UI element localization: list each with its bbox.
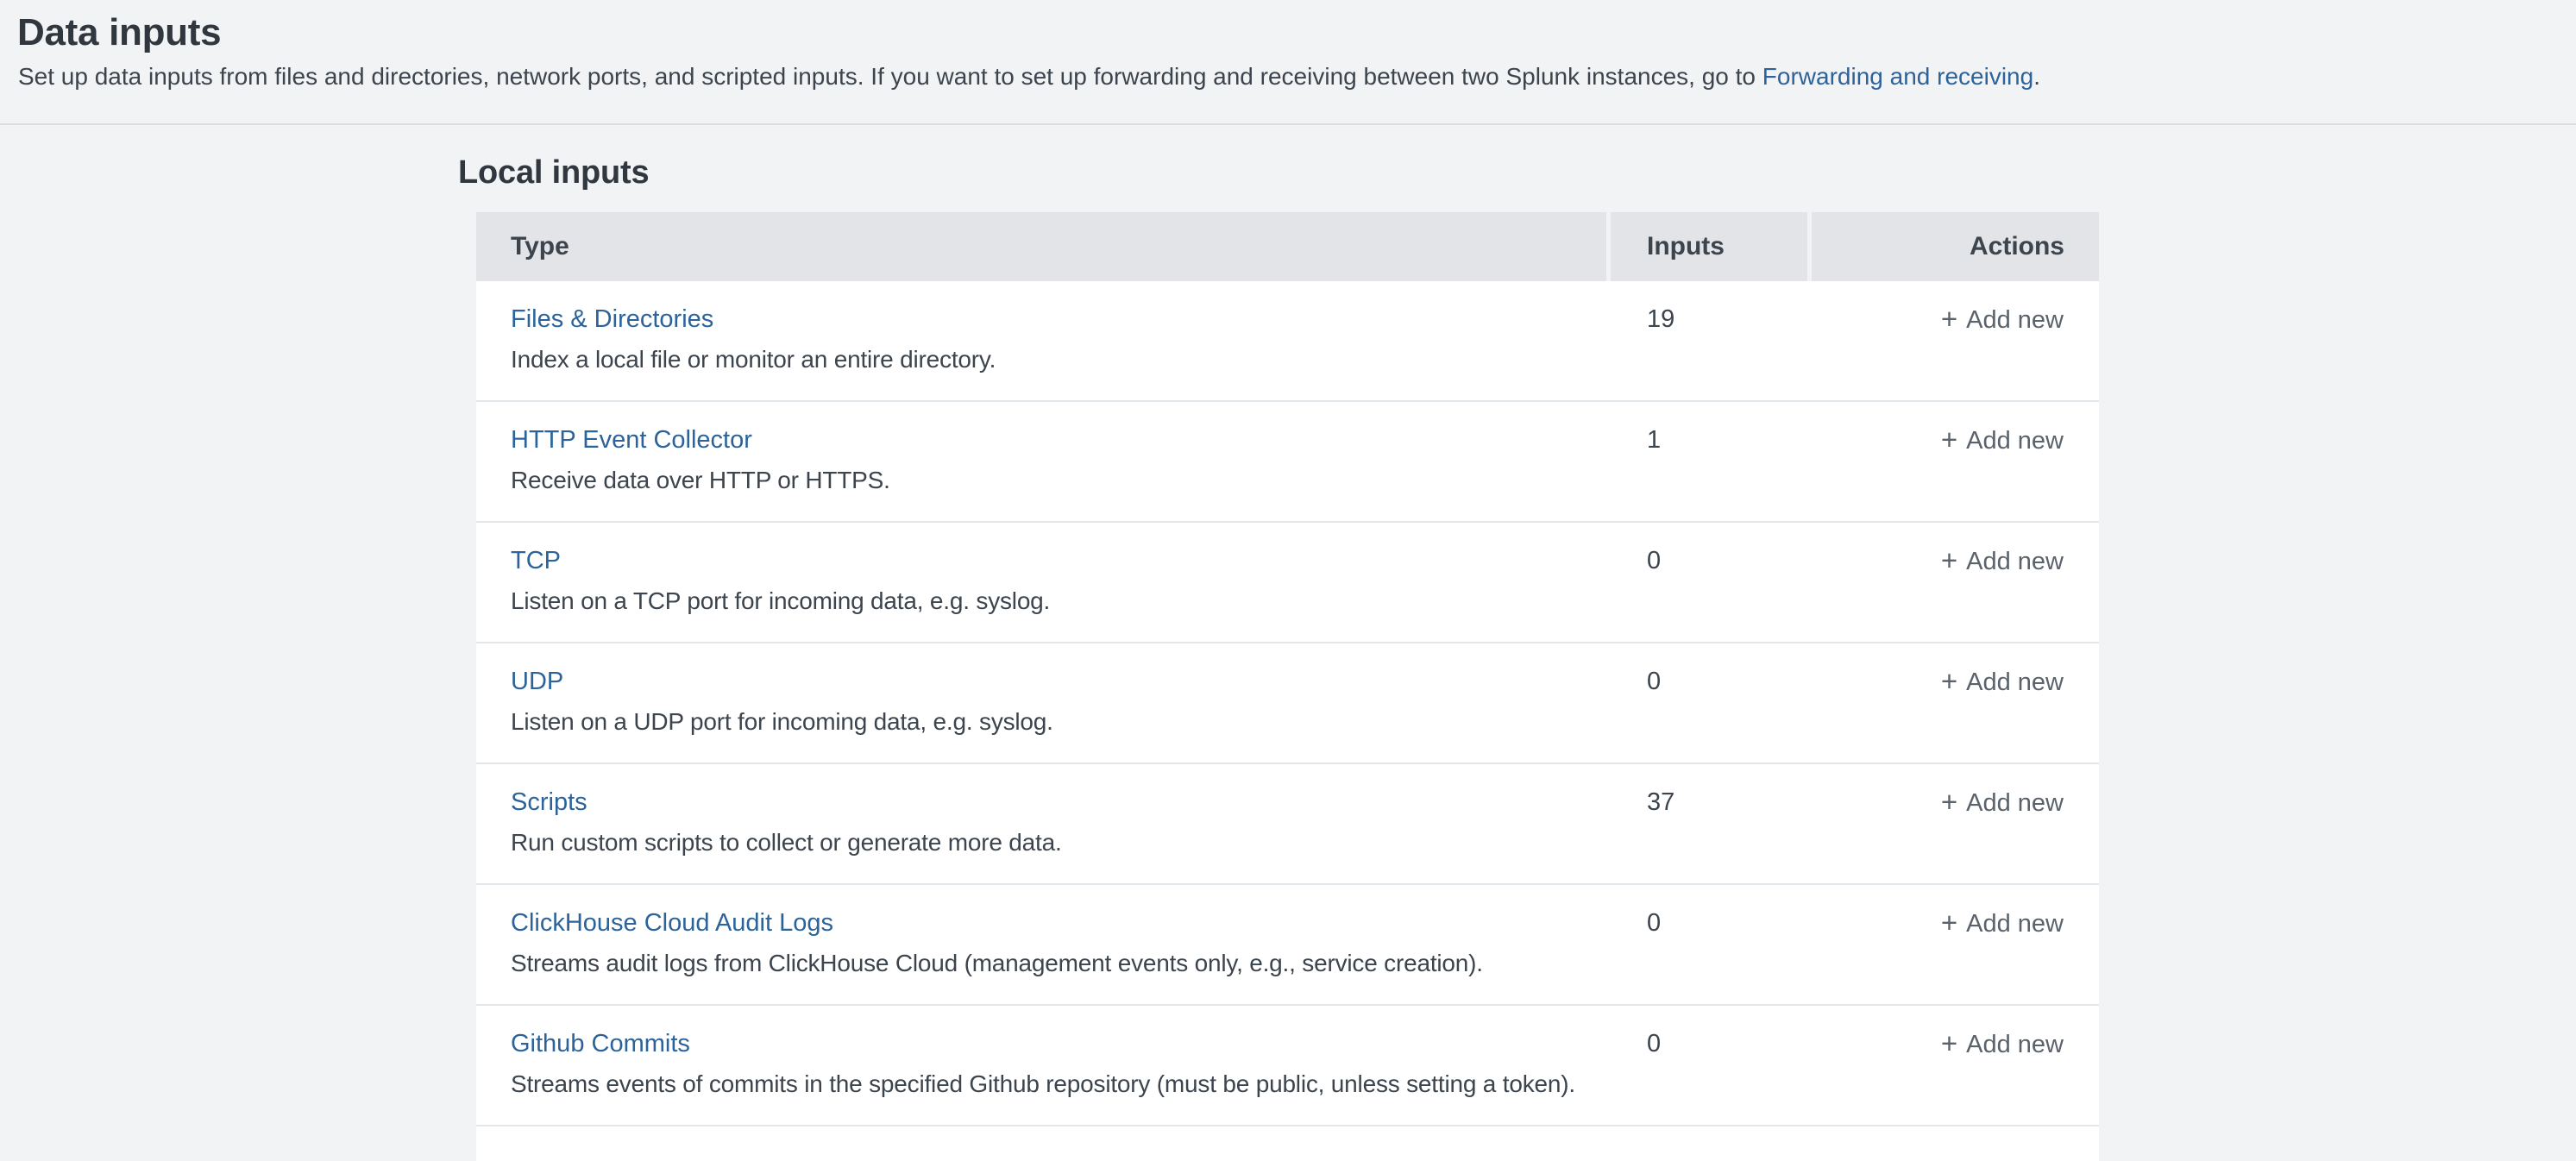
plus-icon: + xyxy=(1941,786,1957,818)
section-title-local-inputs: Local inputs xyxy=(458,154,649,191)
add-new-button[interactable]: + Add new xyxy=(1941,1027,2064,1061)
table-row-github-commits: Github Commits Streams events of commits… xyxy=(476,1006,2099,1126)
type-cell: ClickHouse Cloud Audit Logs Streams audi… xyxy=(476,885,1611,1004)
page-title: Data inputs xyxy=(17,10,221,55)
inputs-count: 37 xyxy=(1611,764,1807,883)
actions-cell: + Add new xyxy=(1807,1006,2099,1125)
forwarding-and-receiving-link[interactable]: Forwarding and receiving xyxy=(1762,63,2033,90)
actions-cell: + Add new xyxy=(1807,643,2099,762)
add-new-button[interactable]: + Add new xyxy=(1941,786,2064,819)
column-header-inputs: Inputs xyxy=(1611,212,1807,281)
type-description: Streams events of commits in the specifi… xyxy=(511,1068,1611,1101)
type-cell: Github Commits Streams events of commits… xyxy=(476,1006,1611,1125)
add-new-label: Add new xyxy=(1966,789,2064,817)
table-row-partial xyxy=(476,1126,2099,1161)
add-new-label: Add new xyxy=(1966,668,2064,696)
type-cell: Files & Directories Index a local file o… xyxy=(476,281,1611,400)
type-description: Index a local file or monitor an entire … xyxy=(511,343,1611,376)
table-row-udp: UDP Listen on a UDP port for incoming da… xyxy=(476,643,2099,764)
plus-icon: + xyxy=(1941,1027,1957,1059)
add-new-button[interactable]: + Add new xyxy=(1941,665,2064,699)
page-subtitle: Set up data inputs from files and direct… xyxy=(18,60,2040,93)
table-row-clickhouse-cloud-audit-logs: ClickHouse Cloud Audit Logs Streams audi… xyxy=(476,885,2099,1006)
table-header-row: Type Inputs Actions xyxy=(476,212,2099,281)
inputs-count: 0 xyxy=(1611,885,1807,1004)
add-new-button[interactable]: + Add new xyxy=(1941,544,2064,578)
table-row-files-directories: Files & Directories Index a local file o… xyxy=(476,281,2099,402)
actions-cell: + Add new xyxy=(1807,402,2099,521)
add-new-label: Add new xyxy=(1966,427,2064,455)
add-new-label: Add new xyxy=(1966,910,2064,938)
add-new-label: Add new xyxy=(1966,1031,2064,1058)
type-cell: UDP Listen on a UDP port for incoming da… xyxy=(476,643,1611,762)
add-new-label: Add new xyxy=(1966,548,2064,575)
inputs-count: 0 xyxy=(1611,643,1807,762)
plus-icon: + xyxy=(1941,907,1957,938)
type-cell: TCP Listen on a TCP port for incoming da… xyxy=(476,523,1611,642)
add-new-label: Add new xyxy=(1966,306,2064,334)
inputs-count: 0 xyxy=(1611,523,1807,642)
type-description: Listen on a TCP port for incoming data, … xyxy=(511,585,1611,618)
plus-icon: + xyxy=(1941,665,1957,697)
local-inputs-table: Type Inputs Actions Files & Directories … xyxy=(476,212,2099,1161)
inputs-count: 19 xyxy=(1611,281,1807,400)
clickhouse-cloud-audit-logs-link[interactable]: ClickHouse Cloud Audit Logs xyxy=(511,909,833,937)
column-header-type: Type xyxy=(476,212,1606,281)
inputs-count: 1 xyxy=(1611,402,1807,521)
actions-cell: + Add new xyxy=(1807,523,2099,642)
github-commits-link[interactable]: Github Commits xyxy=(511,1030,690,1057)
actions-cell: + Add new xyxy=(1807,885,2099,1004)
actions-cell: + Add new xyxy=(1807,281,2099,400)
table-row-http-event-collector: HTTP Event Collector Receive data over H… xyxy=(476,402,2099,523)
udp-link[interactable]: UDP xyxy=(511,668,563,695)
add-new-button[interactable]: + Add new xyxy=(1941,907,2064,940)
tcp-link[interactable]: TCP xyxy=(511,547,561,574)
add-new-button[interactable]: + Add new xyxy=(1941,424,2064,457)
type-cell: Scripts Run custom scripts to collect or… xyxy=(476,764,1611,883)
plus-icon: + xyxy=(1941,424,1957,455)
inputs-count: 0 xyxy=(1611,1006,1807,1125)
scripts-link[interactable]: Scripts xyxy=(511,788,587,816)
http-event-collector-link[interactable]: HTTP Event Collector xyxy=(511,426,752,454)
type-description: Listen on a UDP port for incoming data, … xyxy=(511,706,1611,738)
table-row-scripts: Scripts Run custom scripts to collect or… xyxy=(476,764,2099,885)
page-subtitle-text: Set up data inputs from files and direct… xyxy=(18,63,1762,90)
add-new-button[interactable]: + Add new xyxy=(1941,303,2064,336)
table-body: Files & Directories Index a local file o… xyxy=(476,281,2099,1161)
type-description: Receive data over HTTP or HTTPS. xyxy=(511,464,1611,497)
files-directories-link[interactable]: Files & Directories xyxy=(511,305,713,333)
type-cell: HTTP Event Collector Receive data over H… xyxy=(476,402,1611,521)
column-header-actions: Actions xyxy=(1812,212,2099,281)
actions-cell: + Add new xyxy=(1807,764,2099,883)
type-description: Run custom scripts to collect or generat… xyxy=(511,826,1611,859)
page-subtitle-period: . xyxy=(2033,63,2040,90)
table-row-tcp: TCP Listen on a TCP port for incoming da… xyxy=(476,523,2099,643)
plus-icon: + xyxy=(1941,544,1957,576)
header-divider xyxy=(0,123,2576,125)
plus-icon: + xyxy=(1941,303,1957,335)
type-description: Streams audit logs from ClickHouse Cloud… xyxy=(511,947,1611,980)
